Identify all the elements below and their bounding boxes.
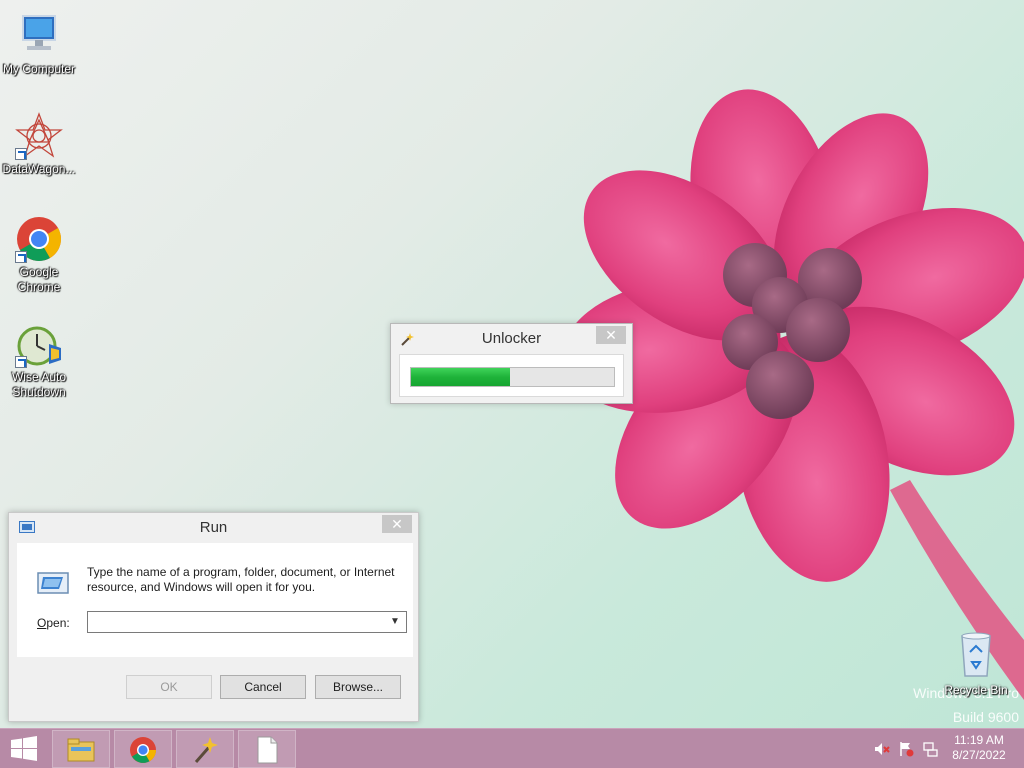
desktop-icon-label: Google Chrome xyxy=(17,265,61,294)
run-title: Run xyxy=(199,519,228,536)
taskbar-file-explorer[interactable] xyxy=(52,730,110,768)
open-label-text: pen: xyxy=(46,616,70,630)
action-center-flag-icon[interactable] xyxy=(898,741,914,757)
taskbar-chrome[interactable] xyxy=(114,730,172,768)
taskbar: 11:19 AM 8/27/2022 xyxy=(0,728,1024,768)
taskbar-unlocker[interactable] xyxy=(176,730,234,768)
clock-time: 11:19 AM xyxy=(954,733,1004,747)
chrome-icon xyxy=(15,215,63,263)
open-combobox[interactable]: ▼ xyxy=(87,611,407,633)
desktop-icon-label: My Computer xyxy=(2,62,76,76)
recycle-bin-label: Recycle Bin xyxy=(944,683,1008,697)
windows-build-watermark: Build 9600 xyxy=(952,709,1019,725)
ok-button[interactable]: OK xyxy=(126,675,212,699)
datawagon-icon xyxy=(15,112,63,160)
run-dialog: Run ✕ Type the name of a program, folder… xyxy=(8,512,419,722)
file-explorer-icon xyxy=(67,738,95,762)
progress-fill xyxy=(411,368,511,386)
chrome-icon xyxy=(130,737,157,763)
clock-date: 8/27/2022 xyxy=(952,748,1006,762)
desktop-icon-google-chrome[interactable]: Google Chrome xyxy=(0,215,78,295)
open-label-accelerator: O xyxy=(37,616,47,630)
windows-logo-icon xyxy=(11,736,37,761)
run-close-button[interactable]: ✕ xyxy=(382,515,412,533)
run-body: Type the name of a program, folder, docu… xyxy=(17,543,413,657)
open-input[interactable] xyxy=(88,612,384,632)
desktop-icon-wise-auto-shutdown[interactable]: Wise Auto Shutdown xyxy=(0,320,78,400)
taskbar-document[interactable] xyxy=(238,730,296,768)
unlocker-body xyxy=(399,354,624,397)
desktop-icon-recycle-bin[interactable] xyxy=(952,630,1000,678)
recycle-bin-icon xyxy=(961,632,991,677)
desktop-icon-my-computer[interactable]: My Computer xyxy=(0,12,78,77)
unlocker-close-button[interactable]: ✕ xyxy=(596,326,626,344)
volume-muted-icon[interactable] xyxy=(874,741,890,757)
shutdown-clock-icon xyxy=(15,320,63,368)
computer-icon xyxy=(15,12,63,60)
unlocker-progress-bar xyxy=(410,367,615,387)
chevron-down-icon[interactable]: ▼ xyxy=(390,615,402,629)
desktop-icon-label: DataWagon... xyxy=(2,162,76,176)
browse-button[interactable]: Browse... xyxy=(315,675,401,699)
start-button[interactable] xyxy=(0,729,48,768)
shortcut-arrow-icon xyxy=(15,356,27,368)
cancel-button[interactable]: Cancel xyxy=(220,675,306,699)
unlocker-wand-icon xyxy=(194,737,218,763)
desktop-icon-label: Wise Auto Shutdown xyxy=(11,370,67,399)
shortcut-arrow-icon xyxy=(15,148,27,160)
open-label: Open: xyxy=(37,616,70,630)
taskbar-clock[interactable]: 11:19 AM 8/27/2022 xyxy=(944,733,1014,763)
desktop-icon-datawagon[interactable]: DataWagon... xyxy=(0,112,78,177)
unlocker-dialog: Unlocker ✕ xyxy=(390,323,633,404)
blank-document-icon xyxy=(257,736,278,764)
run-description: Type the name of a program, folder, docu… xyxy=(87,565,395,594)
run-program-icon xyxy=(37,572,69,594)
network-icon[interactable] xyxy=(922,741,938,757)
shortcut-arrow-icon xyxy=(15,251,27,263)
